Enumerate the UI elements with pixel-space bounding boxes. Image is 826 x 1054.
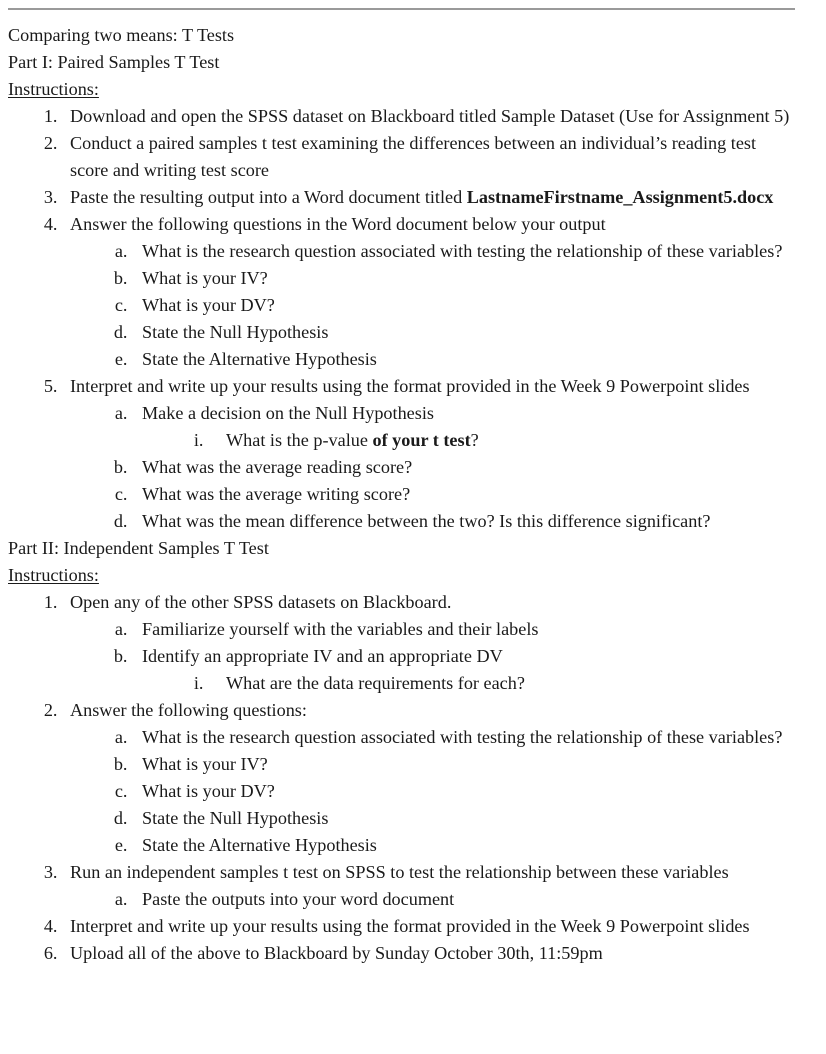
list-item: Paste the resulting output into a Word d… (62, 184, 798, 211)
part1-item5a-sublist: What is the p-value of your t test? (142, 427, 798, 454)
list-item: State the Alternative Hypothesis (132, 832, 798, 859)
list-item: Conduct a paired samples t test examinin… (62, 130, 798, 184)
list-item-text: Upload all of the above to Blackboard by… (70, 943, 603, 963)
list-item: State the Null Hypothesis (132, 319, 798, 346)
assignment-filename: LastnameFirstname_Assignment5.docx (466, 187, 774, 207)
part1-item5-sublist: Make a decision on the Null Hypothesis W… (70, 400, 798, 535)
part2-item3-sublist: Paste the outputs into your word documen… (70, 886, 798, 913)
list-item-text: What is the research question associated… (142, 241, 783, 261)
list-item-text: State the Null Hypothesis (142, 322, 329, 342)
list-item: What are the data requirements for each? (208, 670, 798, 697)
list-item-text-before: What is the p-value (226, 430, 373, 450)
part1-heading: Part I: Paired Samples T Test (8, 52, 220, 72)
list-item: What was the average writing score? (132, 481, 798, 508)
list-item: State the Null Hypothesis (132, 805, 798, 832)
list-item: What is your DV? (132, 778, 798, 805)
list-item: Open any of the other SPSS datasets on B… (62, 589, 798, 697)
list-item-text-before: Paste the resulting output into a Word d… (70, 187, 467, 207)
list-item-text: What was the average writing score? (142, 484, 411, 504)
part2-item2-sublist: What is the research question associated… (70, 724, 798, 859)
list-item-text: What was the mean difference between the… (142, 511, 711, 531)
list-item-text: Make a decision on the Null Hypothesis (142, 403, 434, 423)
list-item: What was the average reading score? (132, 454, 798, 481)
list-item-text: What is your IV? (142, 268, 268, 288)
part2-item1b-sublist: What are the data requirements for each? (142, 670, 798, 697)
list-item: Answer the following questions in the Wo… (62, 211, 798, 373)
part1-item4-sublist: What is the research question associated… (70, 238, 798, 373)
list-item-text: State the Alternative Hypothesis (142, 349, 377, 369)
list-item-text: Interpret and write up your results usin… (70, 376, 750, 396)
list-item-text: What is your DV? (142, 295, 275, 315)
part1-instruction-list: Download and open the SPSS dataset on Bl… (8, 103, 798, 535)
document-title: Comparing two means: T Tests (8, 25, 235, 45)
list-item: What is the research question associated… (132, 238, 798, 265)
list-item-text: Identify an appropriate IV and an approp… (142, 646, 503, 666)
list-item: What is the research question associated… (132, 724, 798, 751)
list-item: Download and open the SPSS dataset on Bl… (62, 103, 798, 130)
list-item: What is the p-value of your t test? (208, 427, 798, 454)
list-item-text: Paste the outputs into your word documen… (142, 889, 455, 909)
list-item-text: What is your IV? (142, 754, 268, 774)
list-item: Paste the outputs into your word documen… (132, 886, 798, 913)
document-page: Comparing two means: T Tests Part I: Pai… (0, 0, 826, 1054)
list-item: Identify an appropriate IV and an approp… (132, 643, 798, 697)
list-item-text: What are the data requirements for each? (226, 673, 525, 693)
list-item: State the Alternative Hypothesis (132, 346, 798, 373)
list-item: What was the mean difference between the… (132, 508, 798, 535)
list-item-text: Answer the following questions: (70, 700, 307, 720)
list-item-text: What is your DV? (142, 781, 275, 801)
header-divider-rule (8, 8, 795, 10)
part2-item1-sublist: Familiarize yourself with the variables … (70, 616, 798, 697)
list-item-text-after: ? (470, 430, 479, 450)
list-item: Answer the following questions: What is … (62, 697, 798, 859)
list-item: Run an independent samples t test on SPS… (62, 859, 798, 913)
part1-instructions-label: Instructions: (8, 79, 99, 99)
part2-instruction-list: Open any of the other SPSS datasets on B… (8, 589, 798, 967)
list-item-text: State the Alternative Hypothesis (142, 835, 377, 855)
list-item-text: State the Null Hypothesis (142, 808, 329, 828)
part2-heading: Part II: Independent Samples T Test (8, 538, 269, 558)
list-item-final: Upload all of the above to Blackboard by… (62, 940, 798, 967)
list-item-text: Answer the following questions in the Wo… (70, 214, 606, 234)
list-item-text: Interpret and write up your results usin… (70, 916, 750, 936)
list-item-text: What is the research question associated… (142, 727, 783, 747)
list-item-text: Run an independent samples t test on SPS… (70, 862, 729, 882)
list-item-text: What was the average reading score? (142, 457, 413, 477)
part2-instructions-label: Instructions: (8, 565, 99, 585)
emphasis-t-test: of your t test (372, 430, 471, 450)
list-item-text: Open any of the other SPSS datasets on B… (70, 592, 452, 612)
list-item: What is your IV? (132, 751, 798, 778)
list-item: Familiarize yourself with the variables … (132, 616, 798, 643)
list-item-text: Download and open the SPSS dataset on Bl… (70, 106, 790, 126)
list-item: Interpret and write up your results usin… (62, 373, 798, 535)
list-item: Interpret and write up your results usin… (62, 913, 798, 940)
list-item-text: Conduct a paired samples t test examinin… (70, 133, 757, 180)
list-item-text: Familiarize yourself with the variables … (142, 619, 539, 639)
list-item: What is your IV? (132, 265, 798, 292)
document-body: Comparing two means: T Tests Part I: Pai… (8, 22, 798, 967)
list-item: What is your DV? (132, 292, 798, 319)
list-item: Make a decision on the Null Hypothesis W… (132, 400, 798, 454)
